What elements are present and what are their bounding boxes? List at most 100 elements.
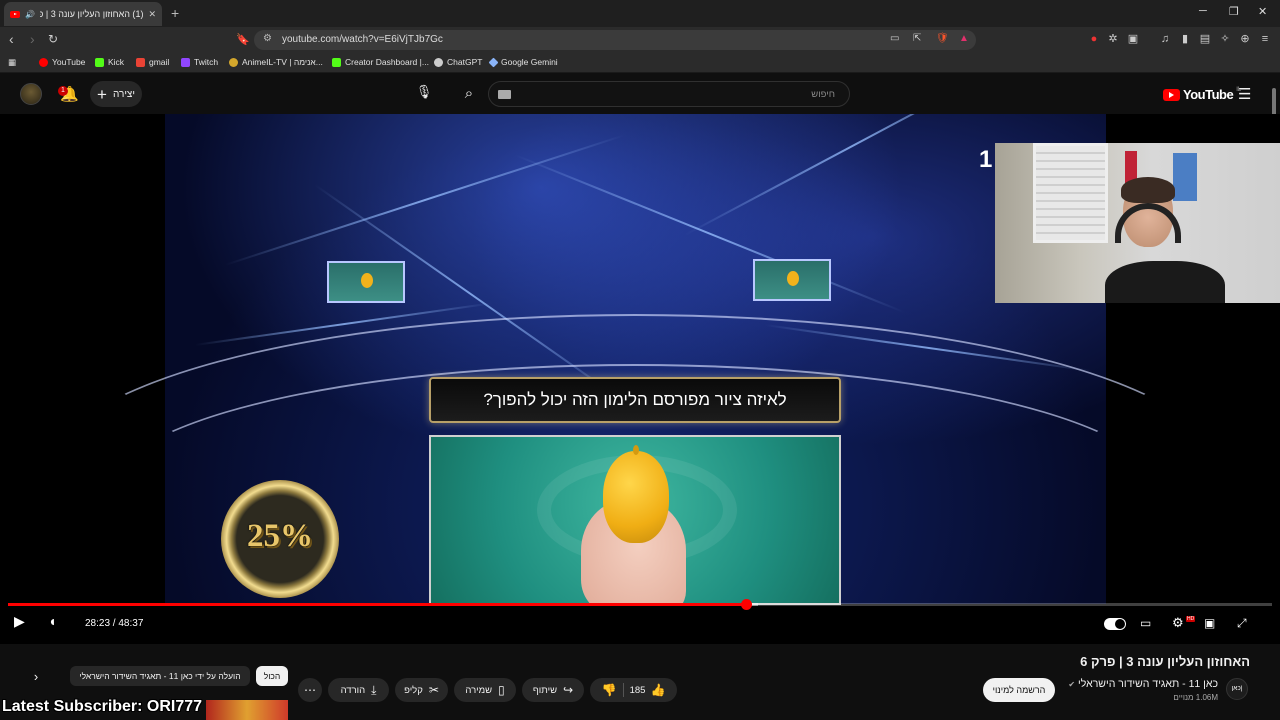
lemon-image bbox=[603, 445, 669, 543]
volume-icon[interactable]: ◖ bbox=[48, 613, 56, 629]
miniplayer-icon[interactable]: ▣ bbox=[1204, 616, 1215, 630]
back-arrow-icon[interactable]: ‹ bbox=[9, 31, 14, 47]
thumbs-down-icon[interactable]: 👎 bbox=[602, 683, 617, 697]
more-actions-button[interactable]: ⋯ bbox=[298, 678, 322, 702]
gmail-icon bbox=[136, 57, 145, 67]
chip-uploaded-by[interactable]: הועלה על ידי כאן 11 - תאגיד השידור הישרא… bbox=[70, 666, 250, 686]
kick-icon bbox=[95, 57, 104, 67]
reload-icon[interactable]: ↻ bbox=[48, 32, 58, 46]
video-player[interactable]: לאיזה ציור מפורסם הלימון הזה יכול להפוך?… bbox=[0, 114, 1280, 644]
time-display: 28:23 / 48:37 bbox=[85, 618, 144, 629]
leo-ai-icon[interactable]: ✧ bbox=[1219, 33, 1231, 45]
create-button[interactable]: יצירה + bbox=[90, 81, 142, 107]
subscriber-count: 1.06M מנויים bbox=[1173, 693, 1218, 702]
screenshot-icon[interactable]: ▣ bbox=[1127, 33, 1139, 45]
save-label: שמירה bbox=[465, 684, 493, 696]
bookmark-creator-dashboard[interactable]: Creator Dashboard |... bbox=[332, 57, 429, 67]
like-dislike-separator bbox=[622, 683, 624, 697]
bookmark-gemini[interactable]: Google Gemini bbox=[488, 57, 558, 67]
play-icon[interactable]: ▶ bbox=[14, 613, 25, 630]
chip-all[interactable]: הכול bbox=[256, 666, 288, 686]
close-tab-icon[interactable]: ✕ bbox=[148, 9, 156, 20]
kick-icon bbox=[332, 57, 341, 67]
forward-arrow-icon[interactable]: › bbox=[30, 31, 35, 47]
youtube-play-logo-icon bbox=[1163, 88, 1180, 101]
extensions-puzzle-icon[interactable]: ✲ bbox=[1107, 33, 1119, 45]
new-tab-button[interactable]: + bbox=[171, 5, 179, 21]
vpn-icon[interactable]: ⊕ bbox=[1239, 33, 1251, 45]
progress-fill bbox=[8, 603, 747, 606]
guide-menu-icon[interactable]: ☰ bbox=[1238, 85, 1251, 103]
search-placeholder: חיפוש bbox=[811, 89, 835, 100]
speaker-icon[interactable]: 🔊 bbox=[25, 10, 35, 19]
apps-grid-icon[interactable]: ▦ bbox=[8, 57, 16, 68]
share-button[interactable]: ↪ שיתוף bbox=[522, 678, 584, 702]
subtitles-icon[interactable]: ▭ bbox=[1140, 616, 1151, 630]
url-text: youtube.com/watch?v=E6iVjTJb7Gc bbox=[282, 34, 443, 45]
bookmark-twitch[interactable]: Twitch bbox=[181, 57, 218, 67]
voice-search-mic-icon[interactable]: 🎙 bbox=[414, 84, 434, 104]
verified-check-icon: ✔ bbox=[1068, 680, 1076, 689]
like-dislike-group: 👍 185 👎 bbox=[590, 678, 677, 702]
subscribe-button[interactable]: הרשמה למינוי bbox=[983, 678, 1055, 702]
youtube-logo[interactable]: YouTube IL bbox=[1163, 87, 1241, 102]
wallet-icon[interactable]: ▤ bbox=[1199, 33, 1211, 45]
youtube-favicon-icon bbox=[10, 10, 20, 18]
download-button[interactable]: ⤓ הורדה bbox=[328, 678, 389, 702]
channel-name[interactable]: כאן 11 - תאגיד השידור הישראלי ✔ bbox=[1068, 678, 1218, 690]
youtube-masthead: 🔔 1 יצירה + 🎙 ⌕ חיפוש YouTube IL ☰ bbox=[0, 74, 1280, 114]
like-button[interactable]: 👍 185 bbox=[630, 683, 666, 697]
site-info-icon[interactable]: ⚙ bbox=[263, 33, 272, 44]
video-title: האחוזון העליון עונה 3 | פרק 6 bbox=[1080, 654, 1250, 669]
browser-menu-icon[interactable]: ≡ bbox=[1259, 33, 1271, 45]
animeil-icon bbox=[229, 57, 238, 67]
media-control-icon[interactable]: ♫ bbox=[1159, 33, 1171, 45]
brave-rewards-icon[interactable]: ▲ bbox=[959, 33, 969, 44]
address-bar[interactable]: ⚙ youtube.com/watch?v=E6iVjTJb7Gc ▭ ⇱ 🛡 … bbox=[254, 30, 976, 50]
recommended-thumbnail[interactable] bbox=[206, 700, 288, 720]
download-label: הורדה bbox=[340, 684, 366, 696]
more-dots-icon: ⋯ bbox=[304, 683, 316, 697]
share-page-icon[interactable]: ⇱ bbox=[913, 33, 921, 44]
fullscreen-icon[interactable]: ⤢ bbox=[1237, 616, 1247, 631]
save-bookmark-icon: ▯ bbox=[498, 683, 505, 697]
question-banner: לאיזה ציור מפורסם הלימון הזה יכול להפוך? bbox=[429, 377, 841, 423]
cast-icon[interactable]: ▭ bbox=[890, 33, 899, 44]
minimize-button[interactable]: ─ bbox=[1199, 5, 1207, 17]
bookmark-chatgpt[interactable]: ChatGPT bbox=[434, 57, 482, 67]
brave-shields-icon[interactable]: 🛡 bbox=[936, 33, 949, 44]
sidebar-icon[interactable]: ▮ bbox=[1179, 33, 1191, 45]
restore-button[interactable]: ❐ bbox=[1229, 5, 1239, 18]
extension-record-icon[interactable]: ● bbox=[1088, 33, 1100, 45]
prize-percent: 25% bbox=[247, 518, 313, 554]
streamer-webcam bbox=[995, 143, 1280, 303]
stage-monitor-right bbox=[753, 259, 831, 301]
bookmarks-bar: ▦ YouTube Kick gmail Twitch AnimeIL-TV |… bbox=[0, 53, 1280, 73]
chips-scroll-left-icon[interactable]: ‹ bbox=[26, 666, 46, 686]
browser-toolbar: ‹ › ↻ 🔖 ⚙ youtube.com/watch?v=E6iVjTJb7G… bbox=[0, 27, 1280, 53]
notification-count-badge: 1 bbox=[58, 86, 68, 96]
settings-gear-icon[interactable]: ⚙ bbox=[1172, 615, 1184, 631]
clip-button[interactable]: ✂ קליפ bbox=[395, 678, 448, 702]
account-avatar[interactable] bbox=[20, 83, 42, 105]
keyboard-icon[interactable] bbox=[498, 90, 511, 99]
bookmark-youtube[interactable]: YouTube bbox=[39, 57, 85, 67]
download-icon: ⤓ bbox=[371, 682, 377, 697]
progress-bar[interactable] bbox=[8, 599, 1272, 610]
autoplay-toggle[interactable] bbox=[1104, 618, 1126, 630]
channel-avatar[interactable]: כאן| bbox=[1226, 678, 1248, 700]
hd-badge: HD bbox=[1186, 616, 1196, 622]
chatgpt-icon bbox=[434, 57, 443, 67]
bookmark-kick[interactable]: Kick bbox=[95, 57, 124, 67]
tab-title: (1) האחוזון העליון עונה 3 | פרק bbox=[39, 9, 144, 19]
browser-tab[interactable]: 🔊 (1) האחוזון העליון עונה 3 | פרק ✕ bbox=[4, 2, 162, 26]
save-button[interactable]: ▯ שמירה bbox=[454, 678, 516, 702]
bookmark-icon[interactable]: 🔖 bbox=[236, 33, 250, 46]
gemini-icon bbox=[488, 57, 499, 67]
search-icon[interactable]: ⌕ bbox=[452, 81, 486, 107]
search-input[interactable]: חיפוש bbox=[488, 81, 850, 107]
close-window-button[interactable]: ✕ bbox=[1258, 5, 1267, 18]
bookmark-gmail[interactable]: gmail bbox=[136, 57, 169, 67]
bookmark-animeil[interactable]: AnimeIL-TV | אנימה... bbox=[229, 57, 323, 67]
twitch-icon bbox=[181, 57, 190, 67]
